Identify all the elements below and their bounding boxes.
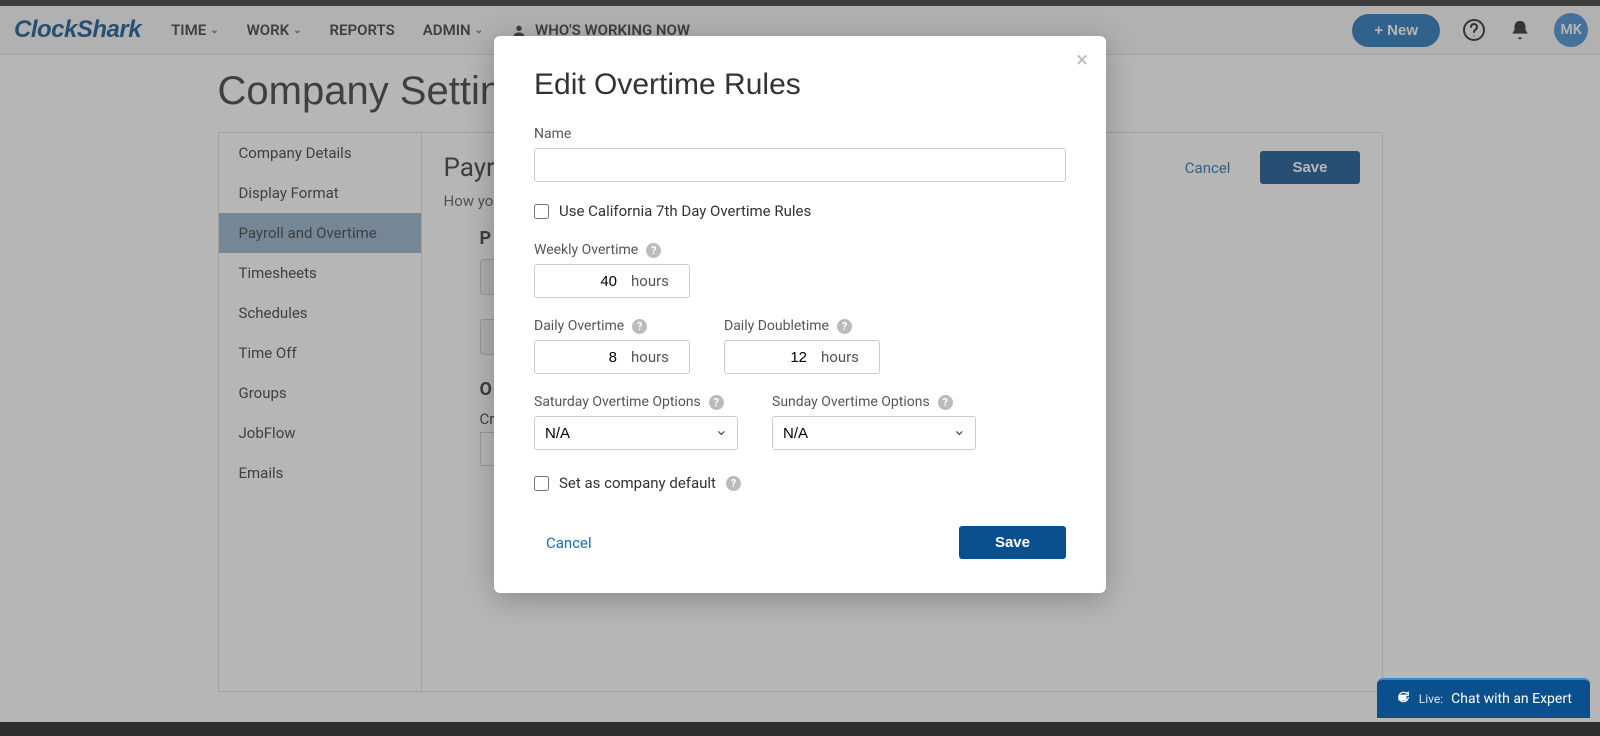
hours-unit: hours xyxy=(625,348,669,366)
hours-unit: hours xyxy=(625,272,669,290)
help-icon[interactable]: ? xyxy=(632,319,647,334)
california-label: Use California 7th Day Overtime Rules xyxy=(559,202,811,220)
help-icon[interactable]: ? xyxy=(709,395,724,410)
bottom-dark-strip xyxy=(0,722,1600,736)
name-input[interactable] xyxy=(534,148,1066,182)
weekly-overtime-input[interactable] xyxy=(535,273,625,290)
chat-widget[interactable]: Live: Chat with an Expert xyxy=(1377,678,1590,718)
daily-overtime-input-wrap: hours xyxy=(534,340,690,374)
saturday-options-select[interactable]: N/A xyxy=(534,416,738,450)
daily-doubletime-label: Daily Doubletime xyxy=(724,318,829,334)
weekly-overtime-label: Weekly Overtime xyxy=(534,242,638,258)
modal-cancel-link[interactable]: Cancel xyxy=(546,534,592,552)
chat-label: Chat with an Expert xyxy=(1451,691,1572,707)
default-label: Set as company default xyxy=(559,474,716,492)
modal-title: Edit Overtime Rules xyxy=(534,68,1066,102)
close-icon[interactable]: × xyxy=(1076,50,1088,72)
daily-overtime-input[interactable] xyxy=(535,349,625,366)
saturday-options-label: Saturday Overtime Options xyxy=(534,394,701,410)
modal-overlay: × Edit Overtime Rules Name Use Californi… xyxy=(0,0,1600,736)
chat-prefix: Live: xyxy=(1419,692,1443,706)
weekly-overtime-input-wrap: hours xyxy=(534,264,690,298)
sunday-options-select[interactable]: N/A xyxy=(772,416,976,450)
daily-overtime-label: Daily Overtime xyxy=(534,318,624,334)
help-icon[interactable]: ? xyxy=(646,243,661,258)
default-checkbox[interactable] xyxy=(534,476,549,491)
daily-doubletime-input-wrap: hours xyxy=(724,340,880,374)
california-checkbox[interactable] xyxy=(534,204,549,219)
sunday-options-label: Sunday Overtime Options xyxy=(772,394,930,410)
modal-save-button[interactable]: Save xyxy=(959,526,1066,559)
help-icon[interactable]: ? xyxy=(726,476,741,491)
edit-overtime-modal: × Edit Overtime Rules Name Use Californi… xyxy=(494,36,1106,593)
daily-doubletime-input[interactable] xyxy=(725,349,815,366)
hours-unit: hours xyxy=(815,348,859,366)
name-label: Name xyxy=(534,126,1066,142)
help-icon[interactable]: ? xyxy=(837,319,852,334)
chat-icon xyxy=(1395,690,1411,708)
help-icon[interactable]: ? xyxy=(938,395,953,410)
